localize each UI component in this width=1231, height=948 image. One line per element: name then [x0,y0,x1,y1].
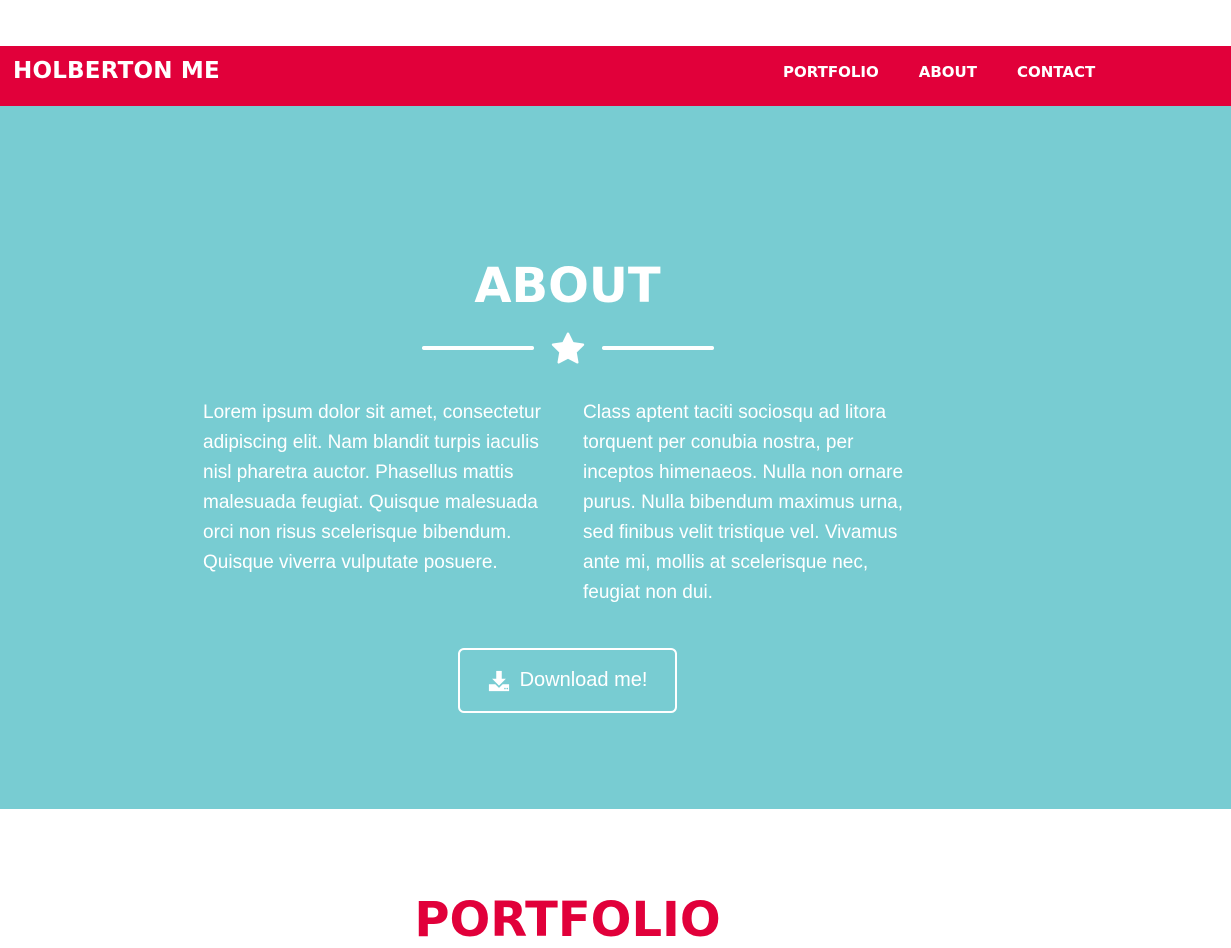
download-icon [488,670,509,691]
nav-link-about[interactable]: ABOUT [919,63,977,81]
divider-line-right [602,346,714,350]
download-button-label: Download me! [519,669,648,691]
star-icon [551,332,585,364]
divider-line-left [422,346,534,350]
title-divider [422,331,714,367]
about-section: ABOUT Lorem ipsum dolor sit amet, consec… [0,106,1231,809]
download-button[interactable]: Download me! [458,648,677,713]
nav-links: PORTFOLIO ABOUT CONTACT [783,63,1135,81]
brand-logo-link[interactable]: HOLBERTON ME [13,58,220,84]
nav-link-contact[interactable]: CONTACT [1017,63,1095,81]
about-text-right: Class aptent taciti sociosqu ad litora t… [583,402,904,603]
portfolio-title: PORTFOLIO [414,892,721,948]
top-navbar: HOLBERTON ME PORTFOLIO ABOUT CONTACT [0,46,1231,106]
about-title: ABOUT [474,258,661,314]
nav-link-portfolio[interactable]: PORTFOLIO [783,63,879,81]
about-text-left: Lorem ipsum dolor sit amet, consectetur … [203,402,541,573]
